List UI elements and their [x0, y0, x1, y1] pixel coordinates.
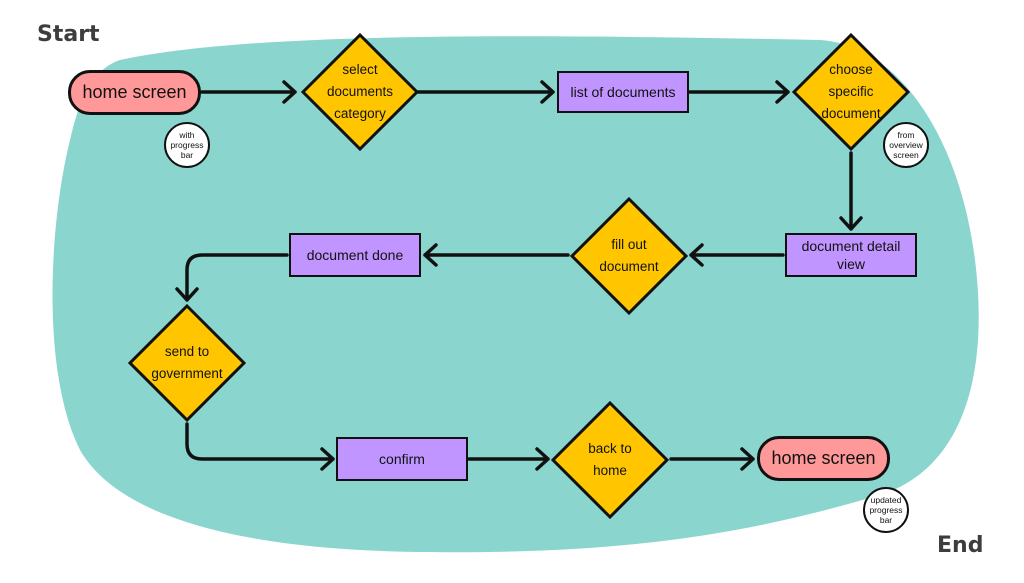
node-fill-out-document[interactable]: fill out document: [570, 197, 688, 315]
node-label: confirm: [379, 451, 425, 467]
node-document-detail-view[interactable]: document detail view: [785, 233, 917, 277]
node-list-of-documents[interactable]: list of documents: [557, 71, 689, 113]
note-with-progress-bar: with progress bar: [164, 122, 210, 168]
node-label: home screen: [771, 448, 876, 468]
start-label: Start: [37, 22, 100, 47]
node-confirm[interactable]: confirm: [336, 437, 468, 481]
node-home-screen-start[interactable]: home screen: [68, 70, 201, 115]
note-updated-progress-bar: updated progress bar: [863, 487, 909, 533]
node-home-screen-end[interactable]: home screen: [757, 436, 890, 481]
node-document-done[interactable]: document done: [289, 233, 421, 277]
node-back-to-home[interactable]: back to home: [551, 401, 669, 519]
node-label: document done: [306, 247, 404, 263]
node-send-to-government[interactable]: send to government: [128, 304, 246, 422]
node-select-documents-category[interactable]: select documents category: [301, 33, 419, 151]
node-label: home screen: [82, 82, 187, 102]
note-from-overview-screen: from overview screen: [883, 122, 929, 168]
end-label: End: [937, 533, 984, 558]
node-label: list of documents: [570, 84, 676, 100]
